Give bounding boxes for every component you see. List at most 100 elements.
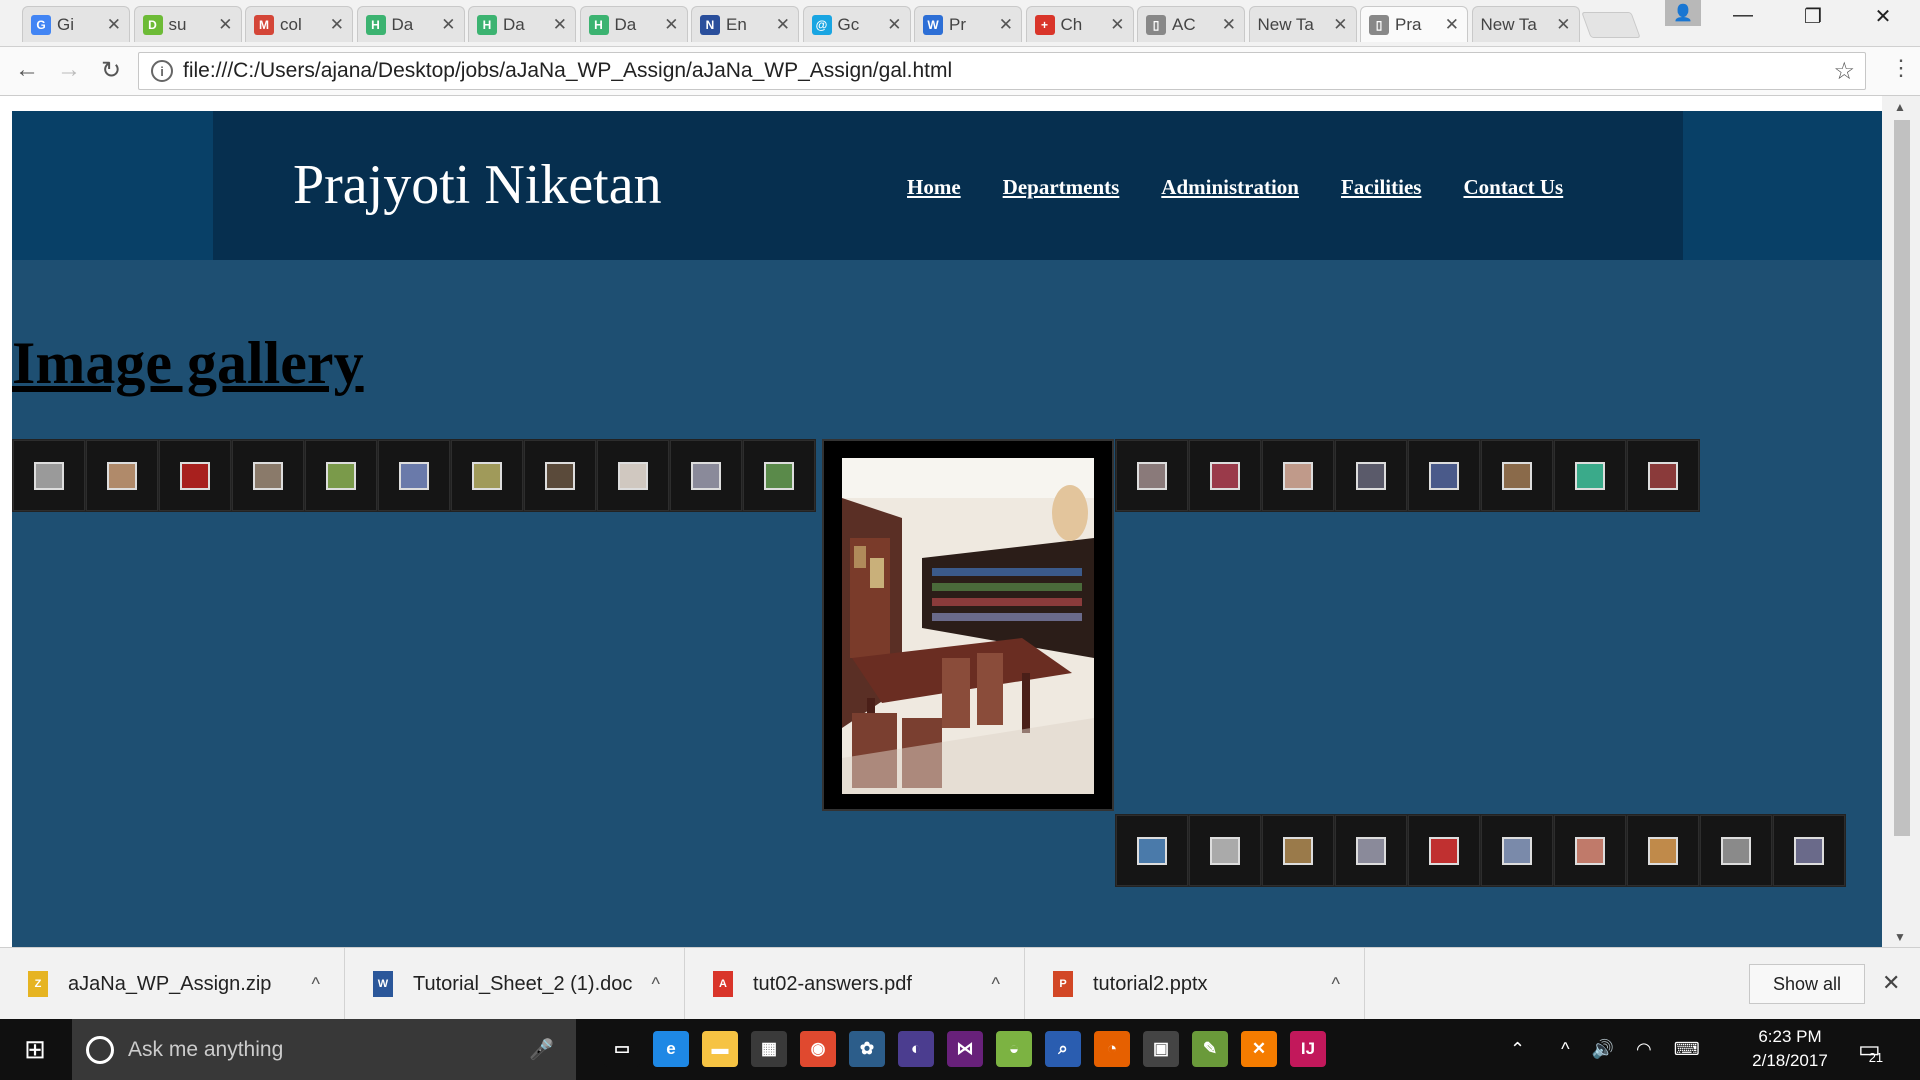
nav-facilities-link[interactable]: Facilities <box>1341 175 1421 200</box>
scrollbar-thumb[interactable] <box>1894 120 1910 836</box>
bookmark-star-icon[interactable]: ☆ <box>1833 57 1855 86</box>
chevron-up-icon[interactable]: ^ <box>312 974 320 995</box>
gallery-thumbnail[interactable] <box>1554 815 1626 886</box>
nav-home-link[interactable]: Home <box>907 175 961 200</box>
restore-icon[interactable]: ❐ <box>1783 4 1843 29</box>
gallery-thumbnail[interactable] <box>524 440 596 511</box>
download-item-pdf[interactable]: A tut02-answers.pdf ^ <box>685 948 1025 1020</box>
scroll-up-icon[interactable]: ▲ <box>1894 100 1906 114</box>
gallery-thumbnail[interactable] <box>1262 440 1334 511</box>
close-tab-icon[interactable]: ✕ <box>218 15 232 35</box>
taskbar-clock[interactable]: 6:23 PM 2/18/2017 <box>1740 1025 1840 1073</box>
xampp-icon[interactable]: ✕ <box>1241 1031 1277 1067</box>
nav-administration-link[interactable]: Administration <box>1161 175 1299 200</box>
android-icon[interactable]: ◒ <box>996 1031 1032 1067</box>
browser-tab[interactable]: ▯ Pra ✕ <box>1360 6 1468 42</box>
gallery-thumbnail[interactable] <box>1335 815 1407 886</box>
close-tab-icon[interactable]: ✕ <box>1445 15 1459 35</box>
close-downloads-icon[interactable]: ✕ <box>1882 970 1900 996</box>
chrome-menu-icon[interactable]: ⋮ <box>1890 55 1912 81</box>
store-icon[interactable]: ▦ <box>751 1031 787 1067</box>
gallery-thumbnail[interactable] <box>1627 815 1699 886</box>
url-field[interactable]: i file:///C:/Users/ajana/Desktop/jobs/aJ… <box>138 52 1866 90</box>
gallery-thumbnail[interactable] <box>1773 815 1845 886</box>
close-tab-icon[interactable]: ✕ <box>441 15 455 35</box>
eclipse-icon[interactable]: ◐ <box>898 1031 934 1067</box>
close-tab-icon[interactable]: ✕ <box>887 15 901 35</box>
gallery-thumbnail[interactable] <box>1189 815 1261 886</box>
chevron-up-icon[interactable]: ^ <box>992 974 1000 995</box>
close-tab-icon[interactable]: ✕ <box>776 15 790 35</box>
page-scrollbar[interactable]: ▲ ▼ <box>1882 96 1920 947</box>
gallery-thumbnail[interactable] <box>232 440 304 511</box>
gallery-thumbnail[interactable] <box>1189 440 1261 511</box>
minimize-icon[interactable]: — <box>1713 4 1773 27</box>
chevron-up-icon[interactable]: ^ <box>652 974 660 995</box>
gallery-thumbnail[interactable] <box>1700 815 1772 886</box>
browser-tab[interactable]: @ Gc ✕ <box>802 6 911 42</box>
chevron-up-icon[interactable]: ^ <box>1332 974 1340 995</box>
reload-icon[interactable]: ↻ <box>94 56 128 85</box>
close-tab-icon[interactable]: ✕ <box>664 15 678 35</box>
gallery-thumbnail[interactable] <box>1262 815 1334 886</box>
gallery-thumbnail[interactable] <box>1335 440 1407 511</box>
gallery-thumbnail[interactable] <box>378 440 450 511</box>
gallery-thumbnail[interactable] <box>13 440 85 511</box>
browser-tab[interactable]: H Da ✕ <box>356 6 465 42</box>
gallery-thumbnail[interactable] <box>305 440 377 511</box>
visual-studio-icon[interactable]: ⋈ <box>947 1031 983 1067</box>
close-tab-icon[interactable]: ✕ <box>1110 15 1124 35</box>
close-window-icon[interactable]: ✕ <box>1853 4 1913 29</box>
profile-icon[interactable]: 👤 <box>1665 0 1701 26</box>
gallery-thumbnail[interactable] <box>1116 815 1188 886</box>
terminal-icon[interactable]: ▣ <box>1143 1031 1179 1067</box>
browser-tab[interactable]: G Gi ✕ <box>22 6 130 42</box>
browser-tab[interactable]: New Ta ✕ <box>1471 6 1580 42</box>
gallery-thumbnail[interactable] <box>159 440 231 511</box>
close-tab-icon[interactable]: ✕ <box>107 15 121 35</box>
system-tray-up-icon[interactable]: ^ <box>1561 1039 1569 1060</box>
new-tab-button[interactable] <box>1581 12 1641 38</box>
app-icon[interactable]: ✿ <box>849 1031 885 1067</box>
download-item-zip[interactable]: Z aJaNa_WP_Assign.zip ^ <box>0 948 345 1020</box>
browser-tab[interactable]: N En ✕ <box>691 6 799 42</box>
file-explorer-icon[interactable]: ▬ <box>702 1031 738 1067</box>
browser-tab[interactable]: W Pr ✕ <box>914 6 1022 42</box>
windows-start-icon[interactable]: ⊞ <box>0 1019 70 1080</box>
gallery-thumbnail[interactable] <box>743 440 815 511</box>
search-tool-icon[interactable]: ⌕ <box>1045 1031 1081 1067</box>
show-all-button[interactable]: Show all <box>1749 964 1865 1004</box>
gallery-thumbnail[interactable] <box>1481 815 1553 886</box>
task-view-icon[interactable]: ▭ <box>604 1031 640 1067</box>
intellij-icon[interactable]: IJ <box>1290 1031 1326 1067</box>
download-item-doc[interactable]: W Tutorial_Sheet_2 (1).doc ^ <box>345 948 685 1020</box>
gallery-thumbnail[interactable] <box>670 440 742 511</box>
enlarged-library-photo[interactable] <box>842 458 1094 794</box>
download-item-pptx[interactable]: P tutorial2.pptx ^ <box>1025 948 1365 1020</box>
gallery-thumbnail[interactable] <box>1481 440 1553 511</box>
browser-tab[interactable]: ▯ AC ✕ <box>1137 6 1245 42</box>
gallery-thumbnail[interactable] <box>1408 815 1480 886</box>
wifi-icon[interactable]: ◠ <box>1636 1039 1652 1060</box>
close-tab-icon[interactable]: ✕ <box>1222 15 1236 35</box>
action-center-icon[interactable]: ▭ 21 <box>1858 1019 1895 1080</box>
gallery-thumbnail[interactable] <box>1408 440 1480 511</box>
gallery-thumbnail[interactable] <box>597 440 669 511</box>
info-icon[interactable]: i <box>151 60 173 82</box>
chrome-icon[interactable]: ◉ <box>800 1031 836 1067</box>
nav-departments-link[interactable]: Departments <box>1003 175 1120 200</box>
browser-tab[interactable]: Mcol ✕ <box>245 6 353 42</box>
browser-tab[interactable]: Dsu ✕ <box>133 6 242 42</box>
gallery-thumbnail[interactable] <box>1116 440 1188 511</box>
close-tab-icon[interactable]: ✕ <box>1333 15 1347 35</box>
close-tab-icon[interactable]: ✕ <box>330 15 344 35</box>
microphone-icon[interactable]: 🎤 <box>529 1037 554 1062</box>
gallery-thumbnail[interactable] <box>1627 440 1699 511</box>
browser-tab[interactable]: New Ta ✕ <box>1248 6 1357 42</box>
gallery-thumbnail[interactable] <box>86 440 158 511</box>
keyboard-icon[interactable]: ⌨ <box>1674 1039 1700 1060</box>
browser-tab[interactable]: H Da ✕ <box>468 6 576 42</box>
gallery-thumbnail[interactable] <box>1554 440 1626 511</box>
scroll-down-icon[interactable]: ▼ <box>1894 930 1906 944</box>
tray-chevron-icon[interactable]: ⌃ <box>1510 1039 1525 1060</box>
